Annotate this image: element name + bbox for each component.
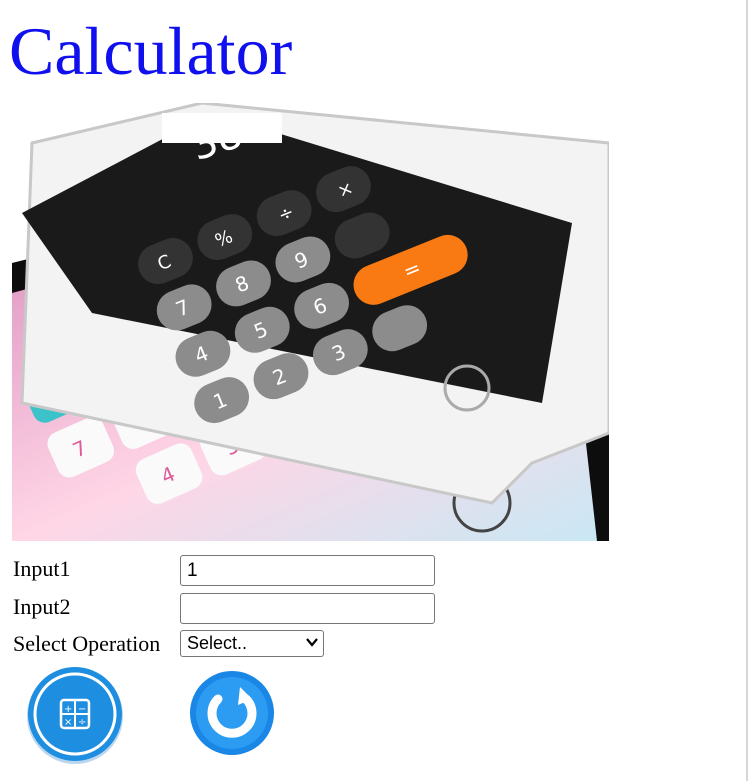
input2-label: Input2 [13,594,71,619]
svg-text:+: + [64,704,72,715]
hero-image: C % 7 8 4 5 38 [12,103,609,541]
chevron-down-icon [306,638,318,647]
svg-text:−: − [78,704,86,715]
calculate-button[interactable]: + − × ÷ [24,663,126,765]
reset-button[interactable] [188,669,276,757]
svg-text:×: × [64,717,72,728]
calculator-icon: + − × ÷ [27,667,123,764]
svg-text:÷: ÷ [78,717,86,728]
input1-label: Input1 [13,556,71,581]
operation-select[interactable]: Select.. [180,630,324,657]
input1-field[interactable] [180,555,435,586]
refresh-icon [190,671,274,755]
calculator-phones-illustration: C % 7 8 4 5 38 [12,103,609,541]
operation-selected-value: Select.. [187,633,248,653]
page-title: Calculator [9,13,293,89]
input2-field[interactable] [180,593,435,624]
operation-label: Select Operation [13,631,161,656]
